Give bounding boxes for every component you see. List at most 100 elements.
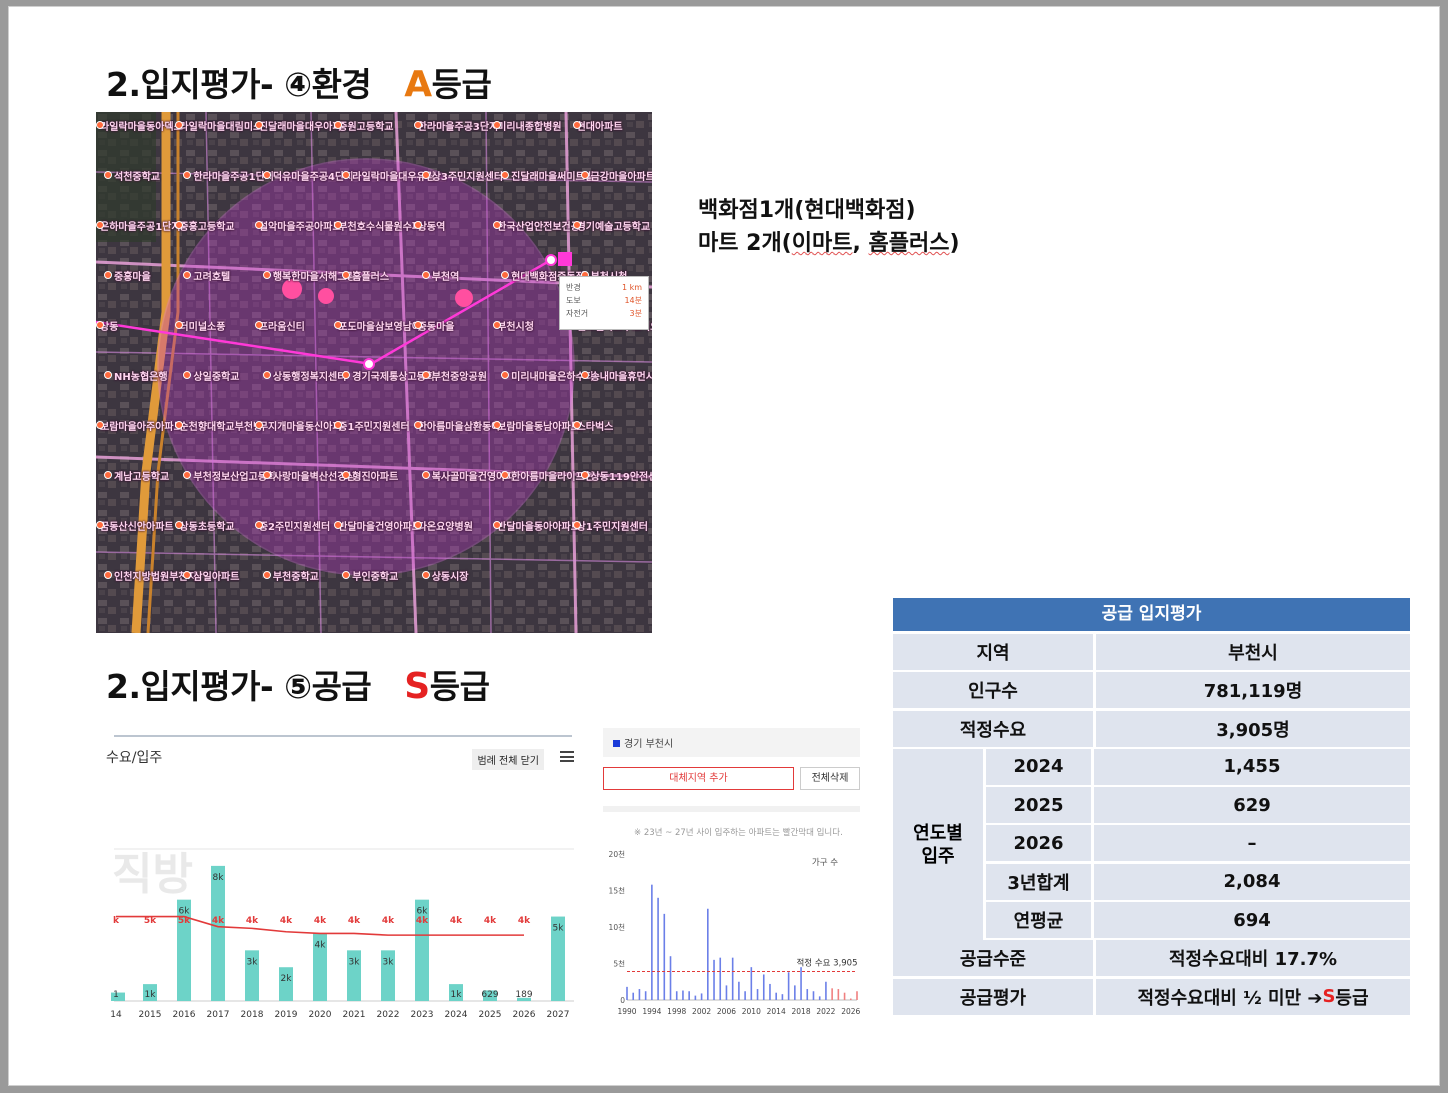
map-label: 무지개마을동신아파 [258,422,342,433]
year-row: 3년합계 2,084 [986,863,1410,900]
map-poi-icon [262,271,271,279]
demand-value-label: k [113,916,120,926]
x-tick-label: 14 [110,1010,122,1020]
walk-value: 14분 [624,296,642,305]
heading-environment: 2.입지평가- ④환경 A등급 [106,58,492,106]
row-value: 3,905명 [1096,710,1410,747]
map-poi-icon [96,121,104,129]
eval-prefix: 적정수요대비 ½ 미만 ➔ [1137,987,1323,1009]
map-label: 금강마을아파트 [590,172,652,183]
map-label: 계남고등학교 [114,472,170,483]
mart-pin-icon [318,288,334,304]
year-value: 694 [1094,902,1410,939]
map-poi-icon [413,221,422,229]
map-label: 다온요양병원 [417,522,473,533]
year-label: 2026 [986,825,1091,862]
map-poi-icon [572,421,581,429]
supply-bar [675,991,678,1000]
supply-bar [682,990,684,1000]
supply-bar [638,989,641,1000]
map-label: 부천역 [431,272,460,283]
map-label: 보람마을아주아파트 [100,422,183,433]
map-label: 반달마을동아아파트 [497,522,580,533]
x-tick-label: 2020 [309,1010,332,1020]
year-label: 2024 [986,748,1091,785]
map-label: 라일락마을대림미소 [179,122,263,133]
map-label: 한라마을주공1단지 [193,172,274,183]
map-label: 상동행정복지센터 [272,372,347,383]
bar-value-label: 1 [113,990,119,1000]
group-label-line2: 입주 [921,845,955,867]
demand-chart-svg: 직방 114k1k20155k6k20165k8k20174k3k20184k2… [110,848,574,1020]
x-tick-label: 2016 [173,1010,196,1020]
map-poi-icon [421,471,430,479]
supply-bar [787,972,790,1000]
note-suffix: ) [949,231,960,256]
map-label: 미리내종합병원 [497,122,562,133]
demand-value-label: 4k [246,916,259,926]
supply-bar [707,908,709,1000]
table-row: 적정수요 3,905명 [893,710,1410,747]
heading-supply: 2.입지평가- ⑤공급 S등급 [106,660,490,708]
year-row: 2024 1,455 [986,748,1410,785]
table-title: 공급 입지평가 [893,598,1410,631]
map-label: 상동초등학교 [179,522,235,533]
map-label: 현대아파트 [576,122,623,133]
location-map[interactable]: 라일락마을동아덱스 라일락마을대림미소 진달래마을대우아파 중원고등학교 한라마을주공3… [96,112,652,633]
supply-evaluation-table: 공급 입지평가 지역 부천시 인구수 781,119명 적정수요 3,905명 연도별… [893,598,1410,1017]
x-tick-label: 2021 [343,1010,366,1020]
map-label: 부천중앙공원 [431,372,487,383]
yearly-move-in-group: 연도별 입주 2024 1,455 2025 629 2026– 3년합계 2,084 … [893,748,1410,941]
distance-info-box: 반경 1 km 도보 14분 자전거 3분 [559,276,649,330]
map-label: 석천중학교 [114,172,160,183]
map-label: 삼일아파트 [193,572,240,583]
year-value: 2,084 [1094,863,1410,900]
row-label: 적정수요 [893,710,1093,747]
demand-value-label: 4k [416,916,429,926]
supply-bar [794,985,796,1000]
supply-bar [837,989,840,1000]
supply-bar [719,957,722,1000]
supply-bar [713,959,715,1000]
map-poi-icon [580,171,589,179]
map-poi-icon [104,371,112,379]
y-tick-label: 15천 [609,886,626,896]
map-label: 한국산업안전보건공 [497,222,580,233]
map-poi-icon [572,121,581,129]
x-tick-label: 2015 [139,1010,162,1020]
demand-value-label: 4k [518,916,531,926]
supply-bar [856,991,858,1000]
supply-level-value: 적정수요대비 17.7% [1096,940,1410,977]
map-label: 설악마을주공아파트 [258,222,342,233]
map-poi-icon [580,471,589,479]
supply-bar [700,993,703,1000]
x-tick-label: 2002 [692,1007,711,1016]
supply-bar [769,983,771,1000]
map-poi-icon [262,571,271,579]
map-label: 진달래마을대우아파 [258,122,342,133]
note-prefix: 마트 2개( [698,231,792,256]
supply-eval-value: 적정수요대비 ½ 미만 ➔ S 등급 [1096,978,1410,1015]
supply-bar [725,985,728,1000]
x-tick-label: 2024 [445,1010,468,1020]
map-poi-icon [96,221,104,229]
map-label: 반달마을건영아파트 [338,522,422,533]
x-tick-label: 2022 [816,1007,835,1016]
map-poi-icon [96,321,104,329]
map-poi-icon [413,421,422,429]
map-label: 한아름마을삼환동아 [417,422,501,433]
map-label: 중1주민지원센터 [338,422,410,433]
year-value: 1,455 [1094,748,1410,785]
grade-a-suffix: 등급 [431,65,492,104]
supply-bar [694,995,697,1000]
map-poi-icon [262,171,271,179]
x-tick-label: 2022 [377,1010,400,1020]
grade-s-suffix: 등급 [429,667,490,706]
y-tick-label: 0 [620,996,625,1005]
table-row: 공급평가 적정수요대비 ½ 미만 ➔ S 등급 [893,978,1410,1015]
map-poi-icon [572,521,581,529]
demand-value-label: 4k [382,916,395,926]
table-row: 지역 부천시 [893,634,1410,670]
y-tick-label: 5천 [613,959,625,969]
demand-value-label: 4k [484,916,497,926]
